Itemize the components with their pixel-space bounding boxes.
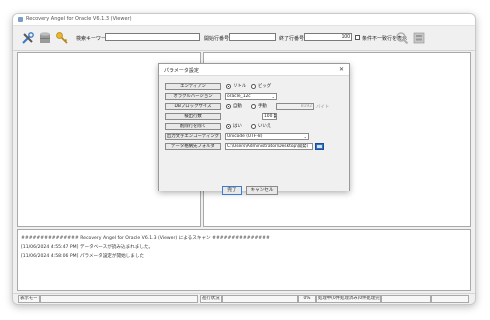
status-mode-value	[40, 295, 198, 303]
block-auto-radio[interactable]	[226, 104, 231, 109]
block-size-unit: バイト	[316, 105, 330, 110]
parameter-dialog: パラメータ設定 ✕ エンディアン リトル ビッグ オラクルバージョン oracl…	[158, 63, 350, 195]
cancel-button[interactable]: キャンセル	[246, 186, 278, 195]
block-size-button[interactable]: DBブロックサイズ	[165, 103, 221, 110]
browse-folder-button[interactable]	[315, 143, 324, 150]
folder-button[interactable]: データ格納先フォルダ	[165, 143, 221, 150]
title-bar: Recovery Angel for Oracle V6.1.3 (Viewer…	[13, 14, 475, 26]
export-icon[interactable]	[412, 31, 426, 45]
detect-rows-spinner[interactable]: 100 ▲ ▼	[262, 113, 277, 120]
chevron-down-icon: ⌄	[303, 134, 307, 139]
encoding-select[interactable]: Unicode (UTF-8) ⌄	[225, 133, 309, 140]
detect-rows-value: 100	[264, 114, 273, 119]
block-manual-label: 手動	[258, 104, 267, 109]
end-row-label: 終了行番号	[279, 36, 305, 42]
window-title: Recovery Angel for Oracle V6.1.3 (Viewer…	[26, 16, 132, 22]
folder-input[interactable]: C:\Users\Administrator\Desktop\開発\	[225, 143, 313, 150]
endian-little-radio[interactable]	[226, 84, 231, 89]
status-bar: 表示モード 進行状況 0% 処理中(0件処理済み(0件処理完了))	[13, 293, 475, 304]
database-icon[interactable]	[38, 31, 52, 45]
search-keyword-input[interactable]	[105, 33, 200, 41]
detect-rows-button[interactable]: 検出行数	[165, 113, 221, 120]
chevron-down-icon: ⌄	[271, 94, 275, 99]
exclude-yes-radio[interactable]	[226, 124, 231, 129]
oracle-version-select[interactable]: oracle_12c ⌄	[225, 93, 277, 100]
tools-icon[interactable]	[21, 31, 35, 45]
start-row-input[interactable]	[229, 33, 276, 41]
status-mode-label: 表示モード	[18, 295, 40, 303]
app-icon	[18, 17, 23, 22]
exclude-no-label: いいえ	[258, 124, 272, 129]
dialog-title: パラメータ設定	[164, 68, 199, 74]
progress-bar	[222, 295, 298, 303]
oracle-version-value: oracle_12c	[227, 94, 251, 99]
app-window: Recovery Angel for Oracle V6.1.3 (Viewer…	[12, 13, 476, 305]
toolbar: 検索キーワード 開始行番号 終了行番号 条件不一致行を表示	[13, 26, 475, 51]
log-line: [11/06/2024 4:55:47 PM] データベースが読み込まれました。	[21, 245, 154, 250]
log-panel[interactable]: ############### Recovery Angel for Oracl…	[17, 229, 471, 291]
log-line: [11/06/2024 4:58:06 PM] パラメータ設定が開始しました	[21, 254, 145, 259]
folder-icon	[317, 145, 322, 148]
oracle-version-button[interactable]: オラクルバージョン	[165, 93, 221, 100]
exclude-deleted-button[interactable]: 削除行を除く	[165, 123, 221, 130]
log-line: ############### Recovery Angel for Oracl…	[21, 236, 270, 241]
start-row-label: 開始行番号	[204, 36, 230, 42]
encoding-button[interactable]: 出力文字エンコーディング	[165, 133, 221, 140]
key-icon[interactable]	[55, 31, 69, 45]
processing-status: 処理中(0件処理済み(0件処理完了))	[316, 295, 381, 303]
ok-button[interactable]: 完了	[222, 186, 242, 195]
block-manual-radio[interactable]	[251, 104, 256, 109]
dialog-body: エンディアン リトル ビッグ オラクルバージョン oracle_12c ⌄ DB…	[159, 75, 349, 195]
exclude-no-radio[interactable]	[251, 124, 256, 129]
status-extra-2	[431, 295, 469, 303]
status-progress-label: 進行状況	[200, 295, 222, 303]
not-matching-checkbox[interactable]	[355, 35, 360, 40]
progress-percent: 0%	[298, 295, 316, 303]
spinner-arrows-icon[interactable]: ▲ ▼	[274, 113, 276, 119]
block-size-input[interactable]: 8192	[276, 103, 314, 110]
close-icon[interactable]: ✕	[339, 66, 344, 73]
encoding-value: Unicode (UTF-8)	[227, 134, 263, 139]
search-icon[interactable]	[395, 31, 409, 45]
status-extra	[381, 295, 431, 303]
endian-big-label: ビッグ	[258, 84, 272, 89]
block-auto-label: 自動	[233, 104, 242, 109]
exclude-yes-label: はい	[233, 124, 242, 129]
end-row-input[interactable]	[304, 33, 352, 41]
endian-big-radio[interactable]	[251, 84, 256, 89]
endian-little-label: リトル	[233, 84, 247, 89]
endian-button[interactable]: エンディアン	[165, 83, 221, 90]
